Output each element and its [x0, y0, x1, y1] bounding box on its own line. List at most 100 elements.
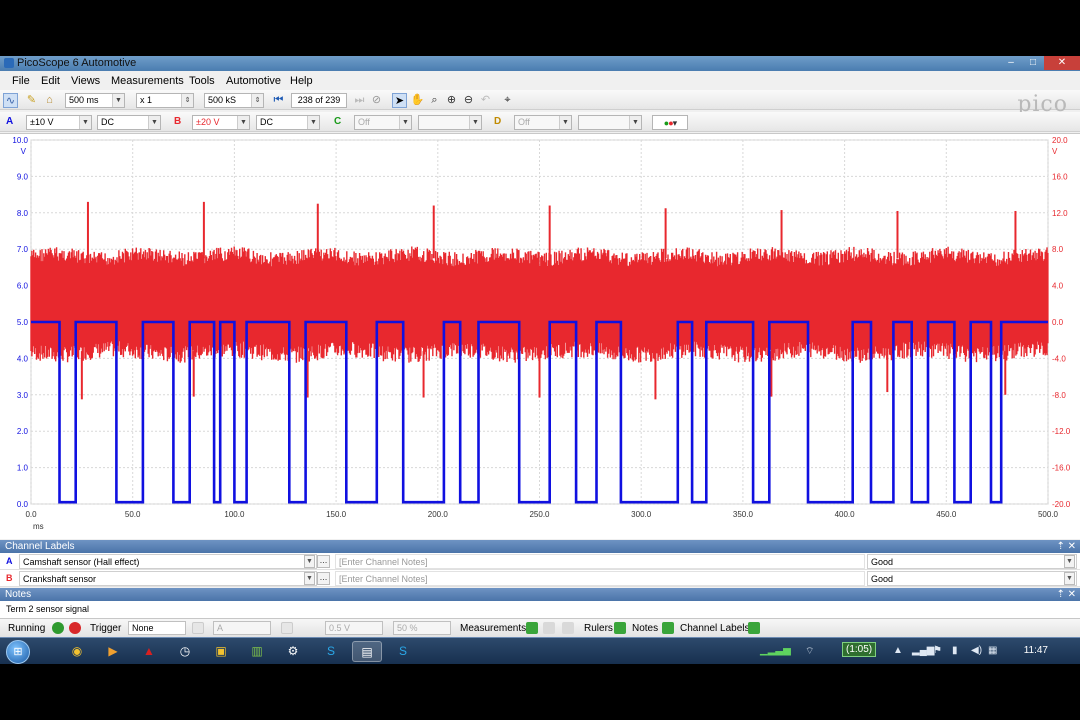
recording-timer[interactable]: (1:05) [842, 642, 877, 657]
measurements-label: Measurements [460, 623, 527, 634]
settings-app-icon[interactable]: ⚙ [278, 641, 308, 662]
zoom-select[interactable]: x 1 ⇕ [136, 93, 194, 108]
chevron-down-icon: ▼ [79, 116, 91, 129]
folder-icon[interactable]: ▣ [206, 641, 236, 662]
channel-d-coupling[interactable]: ▼ [578, 115, 642, 130]
home-icon[interactable]: ⌂ [42, 93, 57, 108]
first-buffer-icon[interactable]: ⏮ [271, 93, 286, 108]
x-tick-label: 0.0 [25, 510, 37, 519]
channel-labels-label: Channel Labels [680, 623, 750, 634]
panel-controls[interactable]: ⇡ ✕ [1056, 540, 1076, 553]
chrome-icon[interactable]: ◉ [62, 641, 92, 662]
channel-a-notes-input[interactable]: [Enter Channel Notes] [335, 554, 865, 569]
zoom-in-icon[interactable]: ⊕ [444, 93, 459, 108]
scope-mode-icon[interactable]: ∿ [3, 93, 18, 108]
samples-select[interactable]: 500 kS ⇕ [204, 93, 264, 108]
channel-b-range[interactable]: ±20 V ▼ [192, 115, 250, 130]
undo-zoom-icon[interactable]: ↶ [478, 93, 493, 108]
buffer-navigator-icon[interactable]: ⊘ [369, 93, 384, 108]
screen-recorder-icon[interactable]: S [388, 641, 418, 662]
zoom-area-icon[interactable]: ⌕ [427, 93, 442, 108]
right-tick-label: 12.0 [1052, 209, 1068, 218]
channel-a-range[interactable]: ±10 V ▼ [26, 115, 92, 130]
menu-bar: File Edit Views Measurements Tools Autom… [0, 71, 1080, 90]
x-tick-label: 200.0 [428, 510, 449, 519]
stop-icon[interactable] [69, 622, 81, 634]
clock-app-icon[interactable]: ◷ [170, 641, 200, 662]
zoom-fit-icon[interactable]: ⌖ [500, 93, 515, 108]
x-tick-label: 150.0 [326, 510, 347, 519]
left-tick-label: 0.0 [17, 500, 29, 509]
edit-measurement-icon[interactable] [543, 622, 555, 634]
scope-plot[interactable]: 0.0 1.0 2.0 3.0 4.0 5.0 6.0 7.0 8.0 9.0 10.0 -20.0… [0, 134, 1080, 540]
menu-automotive[interactable]: Automotive [226, 75, 281, 87]
windows-start-icon[interactable]: ⊞ [6, 640, 30, 664]
left-tick-label: 3.0 [17, 391, 29, 400]
ellipsis-icon[interactable]: … [317, 572, 330, 585]
add-measurement-icon[interactable] [526, 622, 538, 634]
channel-c-range[interactable]: Off ▼ [354, 115, 412, 130]
menu-edit[interactable]: Edit [41, 75, 60, 87]
notes-icon[interactable] [662, 622, 674, 634]
tray-expand-icon[interactable]: ▲ [893, 645, 903, 656]
acrobat-icon[interactable]: ▲ [134, 641, 164, 662]
pointer-icon[interactable]: ➤ [392, 93, 407, 108]
menu-measurements[interactable]: Measurements [111, 75, 184, 87]
start-icon[interactable] [52, 622, 64, 634]
channel-b-coupling[interactable]: DC ▼ [256, 115, 320, 130]
close-icon[interactable]: ✕ [1044, 56, 1080, 70]
left-tick-label: 4.0 [17, 354, 29, 363]
delete-measurement-icon[interactable] [562, 622, 574, 634]
channel-a-status[interactable]: Good [867, 554, 1077, 569]
probe-icon[interactable]: ✎ [24, 93, 39, 108]
channel-d-range[interactable]: Off ▼ [514, 115, 572, 130]
title-bar: PicoScope 6 Automotive – □ ✕ [0, 56, 1080, 71]
chevron-down-icon[interactable]: ▼ [304, 555, 315, 568]
menu-tools[interactable]: Tools [189, 75, 215, 87]
panel-controls[interactable]: ⇡ ✕ [1056, 588, 1076, 601]
next-buffer-icon[interactable]: ⏭ [352, 93, 367, 108]
window-title: PicoScope 6 Automotive [17, 57, 137, 69]
notes-text[interactable]: Term 2 sensor signal [0, 601, 1080, 618]
channel-colors-icon[interactable]: ●●▾ [652, 115, 688, 130]
chart-app-icon[interactable]: ▥ [242, 641, 272, 662]
channel-b-status[interactable]: Good [867, 571, 1077, 586]
trigger-level-input[interactable]: 0.5 V [325, 621, 383, 635]
minimize-icon[interactable]: – [1000, 56, 1022, 70]
trigger-source-select[interactable]: A [213, 621, 271, 635]
trigger-edge-icon[interactable] [281, 622, 293, 634]
chevron-down-icon[interactable]: ▼ [1064, 555, 1075, 568]
trigger-mode-select[interactable]: None [128, 621, 186, 635]
chevron-down-icon[interactable]: ▼ [1064, 572, 1075, 585]
ellipsis-icon[interactable]: … [317, 555, 330, 568]
skype-icon[interactable]: S [316, 641, 346, 662]
maximize-icon[interactable]: □ [1022, 56, 1044, 70]
zoom-out-icon[interactable]: ⊖ [461, 93, 476, 108]
scope-view[interactable]: 0.0 1.0 2.0 3.0 4.0 5.0 6.0 7.0 8.0 9.0 10.0 -20.0… [0, 133, 1080, 539]
channel-label-row-a: A Camshaft sensor (Hall effect) ▼ … [Ent… [0, 553, 1080, 570]
hand-icon[interactable]: ✋ [410, 93, 425, 108]
trigger-channel-icon[interactable] [192, 622, 204, 634]
channel-c-coupling[interactable]: ▼ [418, 115, 482, 130]
chevron-down-icon[interactable]: ▼ [304, 572, 315, 585]
channel-b-label-field[interactable]: Crankshaft sensor [19, 571, 317, 586]
flag-icon: ⚑ [933, 645, 942, 656]
left-tick-label: 1.0 [17, 464, 29, 473]
channel-a-coupling[interactable]: DC ▼ [97, 115, 161, 130]
channel-b-label: B [174, 116, 182, 127]
buffer-counter[interactable]: 238 of 239 [291, 93, 347, 108]
channel-label-row-b: B Crankshaft sensor ▼ … [Enter Channel N… [0, 570, 1080, 587]
channel-labels-icon[interactable] [748, 622, 760, 634]
timebase-select[interactable]: 500 ms ▼ [65, 93, 125, 108]
chevron-down-icon: ▼ [148, 116, 160, 129]
rulers-icon[interactable] [614, 622, 626, 634]
menu-file[interactable]: File [12, 75, 30, 87]
menu-help[interactable]: Help [290, 75, 313, 87]
right-tick-label: 8.0 [1052, 245, 1064, 254]
channel-a-label-field[interactable]: Camshaft sensor (Hall effect) [19, 554, 317, 569]
pre-trigger-input[interactable]: 50 % [393, 621, 451, 635]
media-player-icon[interactable]: ▶ [98, 641, 128, 662]
menu-views[interactable]: Views [71, 75, 100, 87]
picoscope-task-icon[interactable]: ▤ [352, 641, 382, 662]
channel-b-notes-input[interactable]: [Enter Channel Notes] [335, 571, 865, 586]
